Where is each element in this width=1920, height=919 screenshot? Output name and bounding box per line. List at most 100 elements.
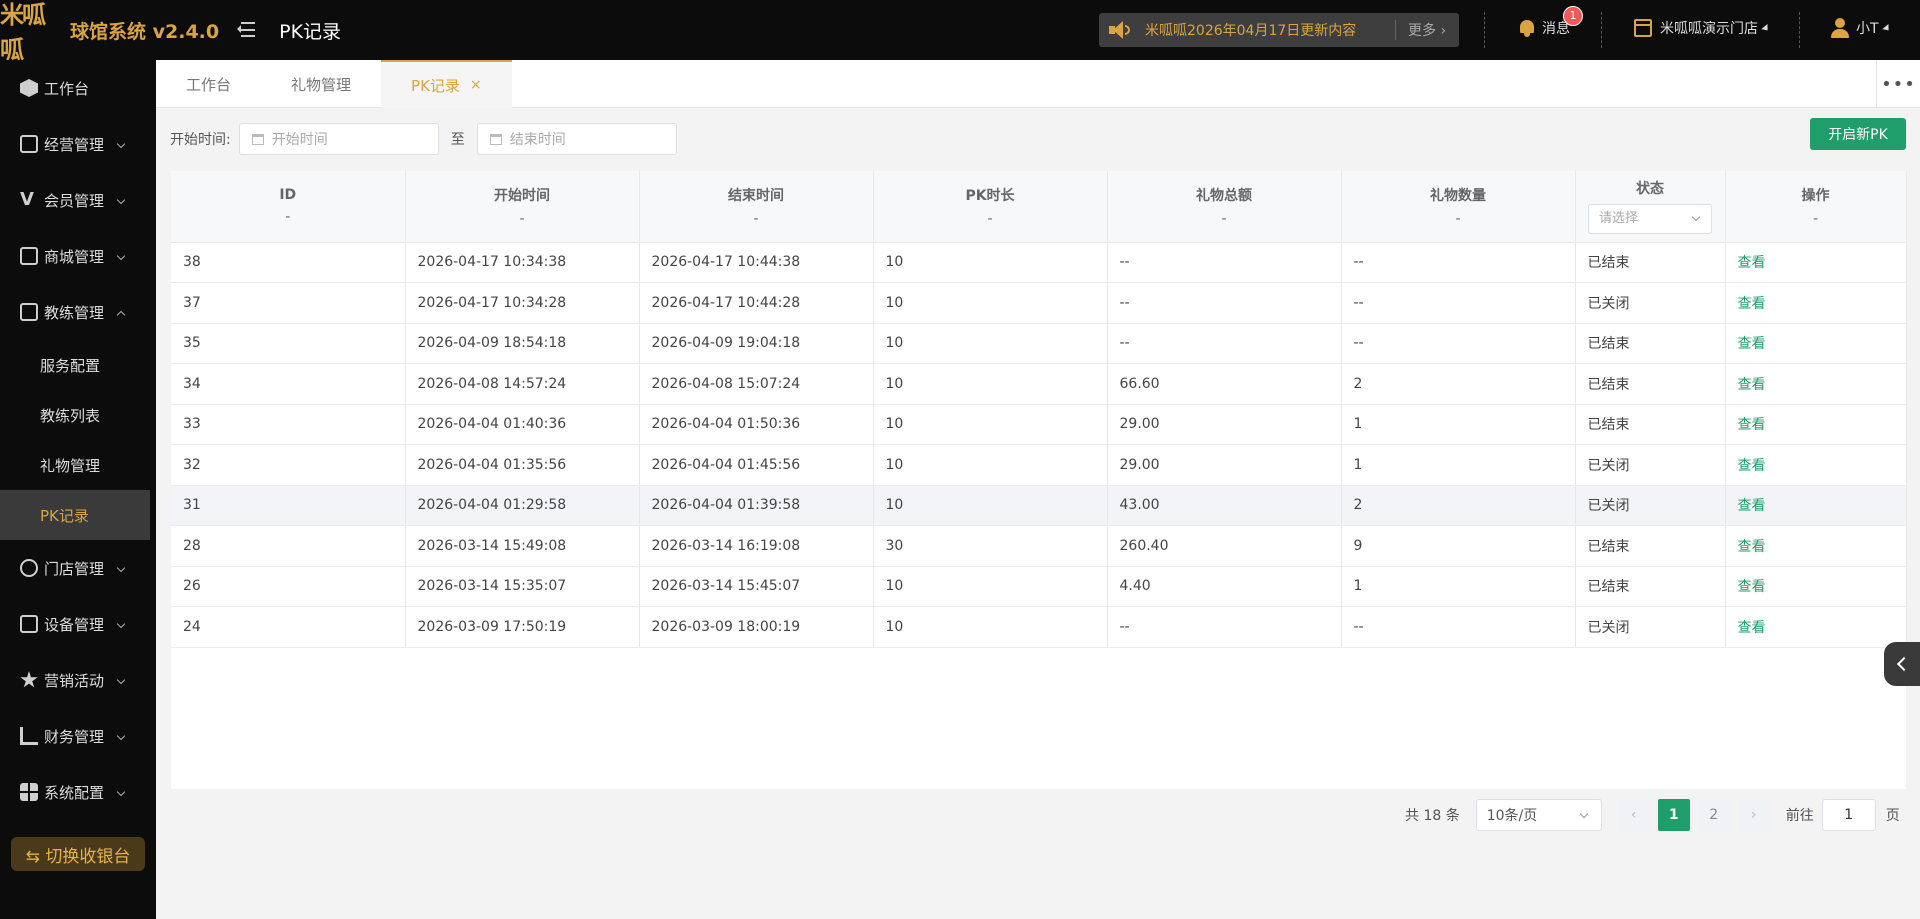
view-link[interactable]: 查看 <box>1738 255 1766 271</box>
bell-icon <box>1518 18 1536 38</box>
cell-duration: 10 <box>873 404 1108 445</box>
cell-total: 29.00 <box>1107 444 1342 486</box>
grid-icon <box>20 783 38 801</box>
cell-action: 查看 <box>1725 404 1907 445</box>
view-link[interactable]: 查看 <box>1738 579 1766 595</box>
goto-label: 前往 <box>1785 808 1814 824</box>
view-link[interactable]: 查看 <box>1738 620 1766 636</box>
sidebar-item-devices[interactable]: 设备管理 <box>0 596 156 652</box>
next-page-button[interactable]: › <box>1737 799 1770 831</box>
header-divider <box>1799 12 1800 48</box>
view-link[interactable]: 查看 <box>1738 336 1766 352</box>
goto-page-input[interactable]: 1 <box>1821 799 1876 831</box>
cell-duration: 10 <box>873 323 1108 364</box>
end-time-input[interactable]: 结束时间 <box>476 123 677 155</box>
update-notice[interactable]: 米呱呱2026年04月17日更新内容 更多 › <box>1099 13 1459 47</box>
view-link[interactable]: 查看 <box>1738 498 1766 514</box>
column-header-pk-duration[interactable]: PK时长 - <box>873 171 1108 243</box>
column-header-gift-count[interactable]: 礼物数量 - <box>1341 171 1576 243</box>
sidebar-item-label: 会员管理 <box>44 191 105 210</box>
cell-status: 已关闭 <box>1575 444 1726 486</box>
cell-start: 2026-03-09 17:50:19 <box>405 606 640 648</box>
view-link[interactable]: 查看 <box>1738 539 1766 555</box>
page-size-select[interactable]: 10条/页 <box>1475 799 1602 831</box>
user-icon <box>1830 18 1850 38</box>
cell-count: 2 <box>1341 363 1576 405</box>
close-icon[interactable]: × <box>470 77 482 93</box>
chevron-down-icon <box>1579 809 1588 819</box>
cell-action: 查看 <box>1725 282 1907 324</box>
column-header-end-time[interactable]: 结束时间 - <box>639 171 874 243</box>
sidebar-subitem-gift-management[interactable]: 礼物管理 <box>0 440 156 490</box>
cell-end: 2026-04-17 10:44:28 <box>639 282 874 324</box>
cell-id: 32 <box>171 444 406 486</box>
page-button-2[interactable]: 2 <box>1697 799 1730 831</box>
column-header-gift-total[interactable]: 礼物总额 - <box>1107 171 1342 243</box>
view-link[interactable]: 查看 <box>1738 296 1766 312</box>
store-switcher[interactable]: 米呱呱演示门店 <box>1634 18 1771 38</box>
table-row: 37 2026-04-17 10:34:28 2026-04-17 10:44:28… <box>171 282 1907 324</box>
app-name: 球馆系统 v2.4.0 <box>70 20 220 43</box>
sidebar-item-label: 财务管理 <box>44 727 105 746</box>
sidebar-item-mall[interactable]: 商城管理 <box>0 228 156 284</box>
tab-workbench[interactable]: 工作台 <box>156 60 261 108</box>
column-header-id[interactable]: ID - <box>171 171 406 243</box>
cell-duration: 10 <box>873 363 1108 405</box>
cell-duration: 30 <box>873 525 1108 567</box>
sidebar-item-label: 工作台 <box>44 79 90 98</box>
dropdown-caret-icon <box>1881 23 1892 33</box>
table-row: 33 2026-04-04 01:40:36 2026-04-04 01:50:36… <box>171 404 1907 445</box>
sidebar-item-finance[interactable]: 财务管理 <box>0 708 156 764</box>
prev-page-button[interactable]: ‹ <box>1617 799 1650 831</box>
sidebar-item-coaches[interactable]: 教练管理 <box>0 284 156 340</box>
notice-text[interactable]: 米呱呱2026年04月17日更新内容 <box>1145 20 1385 40</box>
logo: 米呱呱 球馆系统 v2.4.0 <box>0 0 220 64</box>
column-header-start-time[interactable]: 开始时间 - <box>405 171 640 243</box>
start-time-input[interactable]: 开始时间 <box>238 123 439 155</box>
cell-end: 2026-03-09 18:00:19 <box>639 606 874 648</box>
message-count-badge: 1 <box>1563 6 1583 26</box>
sidebar-subitem-pk-records[interactable]: PK记录 <box>0 490 150 540</box>
messages-button[interactable]: 消息 <box>1518 18 1570 38</box>
cell-count: -- <box>1341 606 1576 648</box>
cell-id: 38 <box>171 242 406 283</box>
pagination: 共 18 条 10条/页 ‹ 1 2 › 前往 1 页 <box>1405 799 1900 831</box>
sidebar-item-members[interactable]: V 会员管理 <box>0 172 156 228</box>
user-name: 小T <box>1856 21 1879 37</box>
tab-gift-management[interactable]: 礼物管理 <box>261 60 381 108</box>
tab-pk-records[interactable]: PK记录 × <box>381 60 512 108</box>
cell-duration: 10 <box>873 606 1108 648</box>
table-row: 34 2026-04-08 14:57:24 2026-04-08 15:07:24… <box>171 363 1907 405</box>
sidebar-item-operations[interactable]: 经营管理 <box>0 116 156 172</box>
sidebar-item-stores[interactable]: 门店管理 <box>0 540 156 596</box>
page-button-1[interactable]: 1 <box>1657 799 1690 831</box>
start-new-pk-button[interactable]: 开启新PK <box>1810 118 1906 150</box>
side-panel-toggle-icon[interactable] <box>1884 642 1920 686</box>
sidebar-item-system-config[interactable]: 系统配置 <box>0 764 156 820</box>
notice-divider <box>1395 20 1396 40</box>
view-link[interactable]: 查看 <box>1738 458 1766 474</box>
sidebar-subitem-coach-list[interactable]: 教练列表 <box>0 390 156 440</box>
table-header-row: ID - 开始时间 - 结束时间 - PK时长 - 礼物总额 - 礼物数量 - 状态 请选择… <box>171 171 1907 243</box>
menu-toggle-icon[interactable] <box>237 22 256 38</box>
status-filter-select[interactable]: 请选择 <box>1588 204 1712 235</box>
view-link[interactable]: 查看 <box>1738 377 1766 393</box>
sidebar-item-workbench[interactable]: 工作台 <box>0 60 156 116</box>
sidebar-item-label: 设备管理 <box>44 615 105 634</box>
column-header-status: 状态 请选择 <box>1575 171 1726 243</box>
switch-cashier-button[interactable]: ⇆ 切换收银台 <box>11 837 145 871</box>
view-link[interactable]: 查看 <box>1738 417 1766 433</box>
cell-start: 2026-04-08 14:57:24 <box>405 363 640 405</box>
cell-id: 28 <box>171 525 406 567</box>
cell-id: 35 <box>171 323 406 364</box>
sidebar-item-label: 门店管理 <box>44 559 105 578</box>
sidebar-item-marketing[interactable]: 营销活动 <box>0 652 156 708</box>
sidebar-subitem-service-config[interactable]: 服务配置 <box>0 340 156 390</box>
more-icon[interactable]: ••• <box>1876 60 1920 108</box>
notice-more-link[interactable]: 更多 › <box>1408 20 1446 40</box>
filter-bar: 开始时间: 开始时间 至 结束时间 <box>170 123 677 155</box>
coins-icon <box>20 559 38 577</box>
user-menu[interactable]: 小T <box>1830 18 1892 38</box>
chevron-down-icon <box>116 787 126 797</box>
cell-action: 查看 <box>1725 566 1907 607</box>
